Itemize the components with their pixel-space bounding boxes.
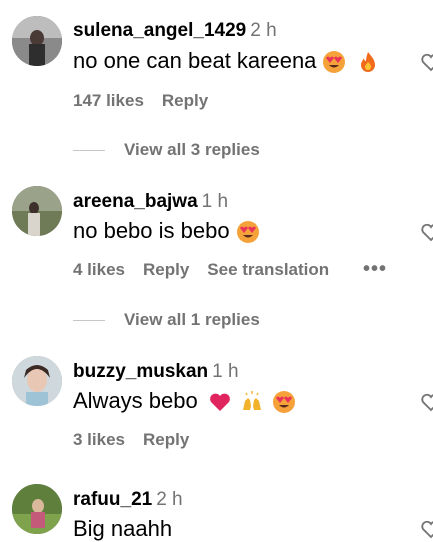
comment-text-row: Always bebo <box>73 388 296 414</box>
avatar[interactable] <box>12 356 62 406</box>
see-translation-button[interactable]: See translation <box>207 260 329 279</box>
heart-eyes-emoji <box>322 50 346 74</box>
username[interactable]: areena_bajwa <box>73 191 198 212</box>
divider <box>73 320 105 321</box>
view-replies-label[interactable]: View all 3 replies <box>124 139 260 161</box>
username[interactable]: rafuu_21 <box>73 489 152 510</box>
divider <box>73 150 105 151</box>
reply-button[interactable]: Reply <box>143 430 189 449</box>
likes-count[interactable]: 3 likes <box>73 430 125 449</box>
view-replies-label[interactable]: View all 1 replies <box>124 309 260 331</box>
reply-button[interactable]: Reply <box>162 91 208 110</box>
timestamp: 1 h <box>201 191 229 212</box>
comment-text-row: no one can beat kareena <box>73 48 380 74</box>
heart-outline-icon <box>421 520 433 539</box>
comment-text: Always bebo <box>73 388 198 413</box>
like-button[interactable] <box>420 392 433 412</box>
comment-text: no one can beat kareena <box>73 48 317 73</box>
likes-count[interactable]: 147 likes <box>73 91 144 110</box>
timestamp: 2 h <box>156 489 183 510</box>
red-heart-emoji <box>208 390 232 414</box>
likes-count[interactable]: 4 likes <box>73 260 125 279</box>
heart-eyes-emoji <box>236 220 260 244</box>
username[interactable]: sulena_angel_1429 <box>73 20 246 41</box>
like-button[interactable] <box>420 222 433 242</box>
heart-outline-icon <box>421 53 433 72</box>
like-button[interactable] <box>420 52 433 72</box>
comment-text: Big naahh <box>73 516 173 541</box>
view-replies[interactable]: View all 3 replies <box>0 139 433 161</box>
more-options-icon[interactable]: ••• <box>363 258 387 281</box>
comment-text: no bebo is bebo <box>73 218 230 243</box>
reply-button[interactable]: Reply <box>143 260 189 279</box>
timestamp: 1 h <box>212 361 239 382</box>
comment-text-row: no bebo is bebo <box>73 218 260 244</box>
like-button[interactable] <box>420 519 433 539</box>
raised-hands-emoji <box>240 390 264 414</box>
view-replies[interactable]: View all 1 replies <box>0 309 433 331</box>
heart-outline-icon <box>421 393 433 412</box>
comment-text-row: Big naahh <box>73 516 172 542</box>
avatar[interactable] <box>12 186 62 236</box>
fire-emoji <box>356 50 380 74</box>
username[interactable]: buzzy_muskan <box>73 361 208 382</box>
heart-eyes-emoji <box>272 390 296 414</box>
heart-outline-icon <box>421 223 433 242</box>
timestamp: 2 h <box>250 20 277 41</box>
avatar[interactable] <box>12 484 62 534</box>
avatar[interactable] <box>12 16 62 66</box>
